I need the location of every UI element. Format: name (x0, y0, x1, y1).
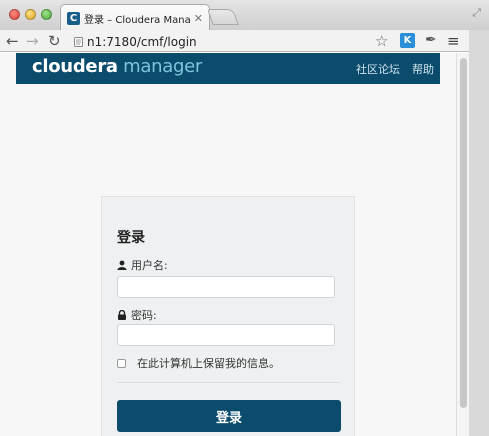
page-viewport: cloudera manager 社区论坛 帮助 登录 用户名: 密码: 在此计 (0, 53, 456, 436)
fullscreen-icon[interactable]: ⤢ (472, 6, 481, 20)
cloudera-manager-logo[interactable]: cloudera manager (32, 55, 202, 79)
divider (117, 382, 340, 383)
password-label: 密码: (117, 307, 157, 323)
remember-me-row[interactable]: 在此计算机上保留我的信息。 (117, 355, 280, 371)
user-icon (117, 260, 127, 270)
browser-toolbar: ← → ↻ n1:7180/cmf/login ☆ K ✒ ≡ (0, 30, 489, 52)
page-info-icon (74, 36, 83, 47)
username-label-text: 用户名: (131, 259, 168, 272)
help-link[interactable]: 帮助 (412, 61, 434, 77)
login-card: 登录 用户名: 密码: 在此计算机上保留我的信息。 登录 (101, 196, 355, 436)
lock-icon (118, 310, 126, 320)
back-arrow-icon[interactable]: ← (6, 32, 19, 50)
window-maximize-button[interactable] (41, 9, 52, 20)
window-titlebar: C 登录 – Cloudera Manager ✕ ⤢ (0, 0, 489, 31)
new-tab-button[interactable] (207, 9, 239, 25)
star-icon[interactable]: ☆ (375, 32, 388, 50)
login-title: 登录 (117, 230, 145, 246)
reload-icon[interactable]: ↻ (48, 32, 61, 50)
tab-title: 登录 – Cloudera Manager (84, 14, 190, 26)
forward-arrow-icon[interactable]: → (26, 32, 39, 50)
header-links: 社区论坛 帮助 (356, 61, 434, 77)
login-submit-button[interactable]: 登录 (117, 400, 341, 432)
logo-manager-text: manager (117, 56, 202, 77)
address-url: n1:7180/cmf/login (87, 34, 197, 49)
username-label: 用户名: (117, 257, 168, 273)
community-forum-link[interactable]: 社区论坛 (356, 61, 400, 77)
app-header: cloudera manager 社区论坛 帮助 (16, 53, 440, 84)
username-input[interactable] (117, 276, 335, 298)
window-close-button[interactable] (9, 9, 20, 20)
password-label-text: 密码: (131, 309, 157, 322)
remember-me-checkbox[interactable] (117, 358, 126, 368)
vertical-scrollbar[interactable] (456, 53, 469, 436)
window-edge (469, 30, 489, 436)
logo-cloudera-text: cloudera (32, 56, 118, 77)
extension-tool-icon[interactable]: ✒ (425, 32, 437, 48)
address-bar[interactable]: n1:7180/cmf/login (68, 33, 394, 50)
browser-tab-active[interactable]: C 登录 – Cloudera Manager ✕ (60, 4, 210, 31)
tab-close-icon[interactable]: ✕ (194, 12, 203, 25)
window-minimize-button[interactable] (25, 9, 36, 20)
extension-k-icon[interactable]: K (400, 33, 415, 48)
cloudera-favicon-icon: C (67, 11, 80, 25)
hamburger-menu-icon[interactable]: ≡ (447, 32, 460, 50)
scrollbar-thumb[interactable] (460, 58, 467, 408)
remember-me-label[interactable]: 在此计算机上保留我的信息。 (137, 355, 280, 371)
password-input[interactable] (117, 324, 335, 346)
